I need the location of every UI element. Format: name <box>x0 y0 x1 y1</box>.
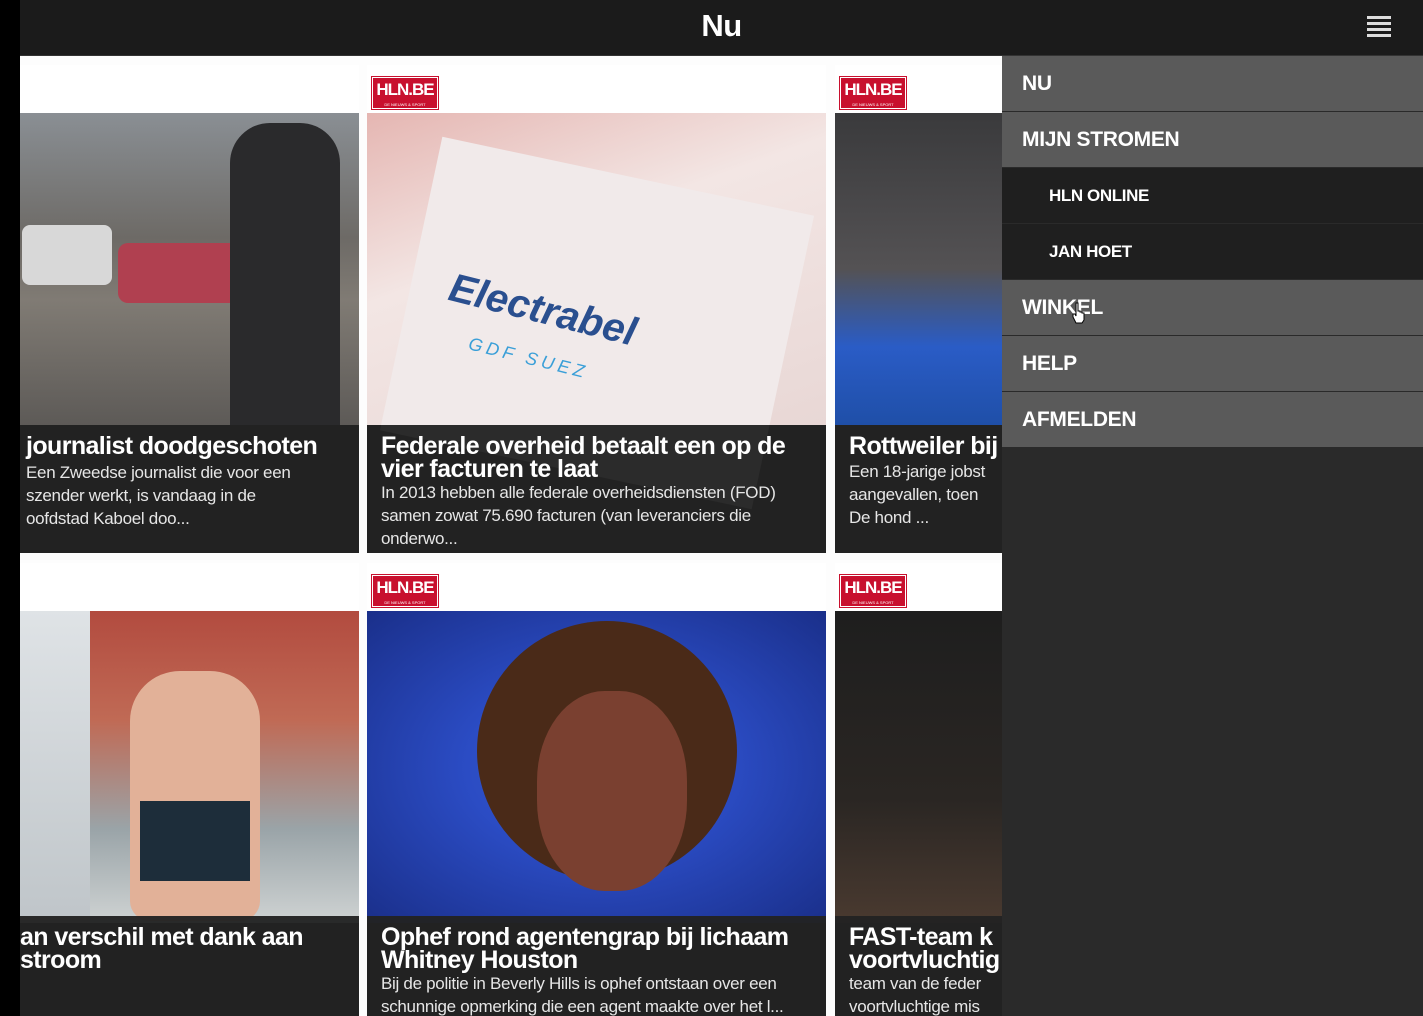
card-summary: Een Zweedse journalist die voor een szen… <box>26 463 291 528</box>
news-card[interactable]: HLN.BE DE NIEUWS & SPORT Rottweiler bij E… <box>835 65 1002 553</box>
news-card[interactable]: HLN.BE DE NIEUWS & SPORT Electrabel GDF S… <box>367 65 826 553</box>
card-headline: journalist doodgeschoten <box>26 432 318 460</box>
card-summary: Bij de politie in Beverly Hills is ophef… <box>381 974 784 1016</box>
card-headline: an verschil met dank aan stroom <box>20 923 304 974</box>
card-headline: Federale overheid betaalt een op de vier… <box>381 432 786 483</box>
news-card[interactable]: HLN.BE DE NIEUWS & SPORT Ophef rond agent… <box>367 563 826 1016</box>
menu-item-help[interactable]: HELP <box>1002 336 1423 392</box>
menu-item-jan-hoet[interactable]: JAN HOET <box>1002 224 1423 280</box>
news-grid: journalist doodgeschoten Een Zweedse jou… <box>20 56 1002 1016</box>
menu-item-afmelden[interactable]: AFMELDEN <box>1002 392 1423 448</box>
side-menu: NU MIJN STROMEN HLN ONLINE JAN HOET WINK… <box>1002 56 1423 1016</box>
news-image <box>367 611 826 923</box>
menu-item-nu[interactable]: NU <box>1002 56 1423 112</box>
hln-logo: HLN.BE DE NIEUWS & SPORT <box>371 574 439 608</box>
menu-item-winkel[interactable]: WINKEL <box>1002 280 1423 336</box>
hamburger-menu-icon[interactable] <box>1367 16 1391 38</box>
hln-logo: HLN.BE DE NIEUWS & SPORT <box>371 76 439 110</box>
news-image <box>20 113 359 425</box>
news-image: Electrabel GDF SUEZ <box>367 113 826 510</box>
page-title: Nu <box>701 8 742 43</box>
news-image <box>835 113 1002 425</box>
hln-logo: HLN.BE DE NIEUWS & SPORT <box>839 574 907 608</box>
card-summary: In 2013 hebben alle federale overheidsdi… <box>381 483 776 548</box>
news-card[interactable]: journalist doodgeschoten Een Zweedse jou… <box>20 65 359 553</box>
card-headline: Ophef rond agentengrap bij lichaam Whitn… <box>381 923 789 974</box>
menu-item-hln-online[interactable]: HLN ONLINE <box>1002 168 1423 224</box>
hln-logo: HLN.BE DE NIEUWS & SPORT <box>839 76 907 110</box>
news-card[interactable]: HLN.BE DE NIEUWS & SPORT FAST-team k voor… <box>835 563 1002 1016</box>
screen-edge <box>0 0 20 1016</box>
top-bar: Nu <box>20 0 1423 56</box>
news-card[interactable]: an verschil met dank aan stroom <box>20 563 359 1016</box>
card-headline: FAST-team k voortvluchtig <box>849 923 1000 974</box>
card-summary: team van de feder voortvluchtige mis <box>849 974 981 1016</box>
news-image <box>20 611 359 923</box>
menu-item-mijn-stromen[interactable]: MIJN STROMEN <box>1002 112 1423 168</box>
card-summary: Een 18-jarige jobst aangevallen, toen De… <box>849 462 986 527</box>
hand-cursor-icon <box>1072 302 1085 324</box>
card-headline: Rottweiler bij <box>849 432 998 460</box>
news-image <box>835 611 1002 923</box>
